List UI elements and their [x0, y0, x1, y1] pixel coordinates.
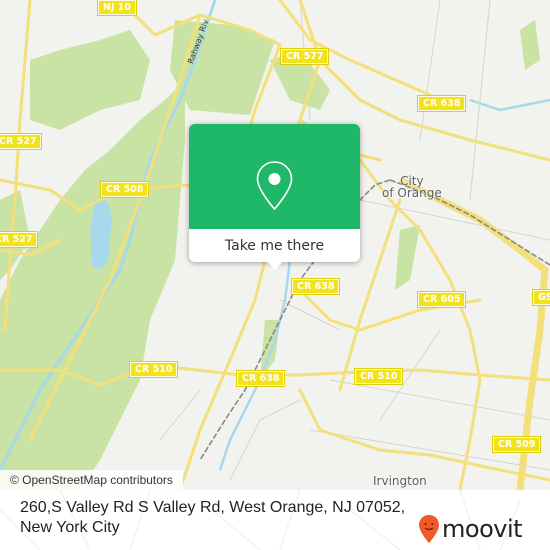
moovit-logo[interactable]: moovit: [418, 512, 523, 546]
road-shield-gsp: GS: [532, 289, 550, 306]
moovit-pin-icon: [419, 515, 439, 543]
place-label-city-of-orange: City of Orange: [382, 174, 442, 200]
road-shield-cr527: CR 527: [0, 133, 43, 150]
address-text: 260,S Valley Rd S Valley Rd, West Orange…: [20, 499, 406, 536]
place-label-irvington: Irvington: [373, 474, 427, 488]
road-shield-cr577: CR 577: [279, 48, 330, 65]
location-popup: Take me there: [189, 124, 360, 270]
take-me-there-button[interactable]: Take me there: [189, 229, 360, 262]
road-shield-cr510: CR 510: [353, 368, 404, 385]
road-shield-cr638: CR 638: [416, 95, 467, 112]
road-shield-cr509: CR 509: [491, 436, 542, 453]
moovit-wordmark: moovit: [442, 515, 523, 543]
road-shield-cr527: CR 527: [0, 231, 39, 248]
popup-header: [189, 124, 360, 229]
road-shield-cr638: CR 638: [235, 370, 286, 387]
road-shield-cr605: CR 605: [416, 291, 467, 308]
road-shield-nj10: NJ 10: [96, 0, 138, 16]
map-attribution[interactable]: © OpenStreetMap contributors: [0, 470, 183, 490]
map-pin-icon: [256, 161, 293, 211]
map-view[interactable]: NJ 10 CR 577 CR 527 CR 527 CR 508 CR 638…: [0, 0, 550, 490]
road-shield-cr638: CR 638: [290, 278, 341, 295]
road-shield-cr510: CR 510: [128, 361, 179, 378]
road-shield-cr508: CR 508: [99, 181, 150, 198]
popup-pointer: [267, 261, 283, 270]
